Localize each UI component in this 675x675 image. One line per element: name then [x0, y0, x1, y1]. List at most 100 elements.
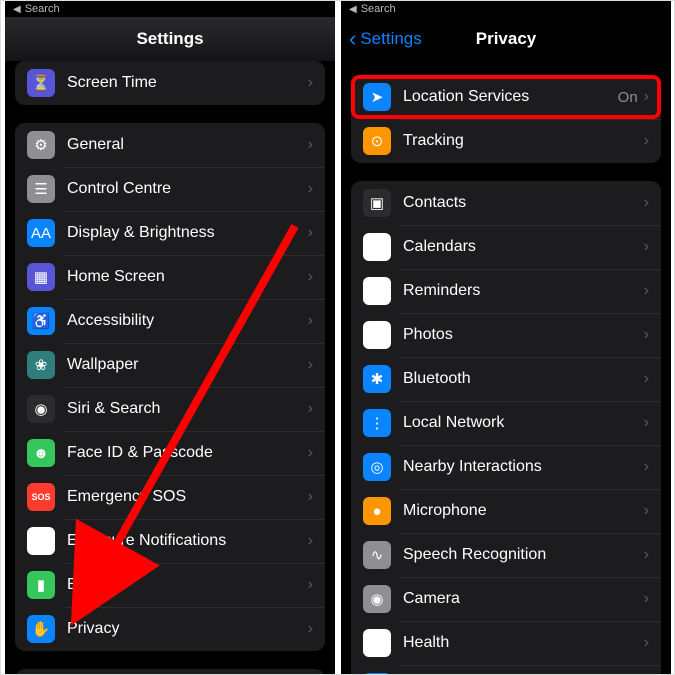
row-label: Control Centre	[67, 180, 308, 198]
row-appstore[interactable]: AApp Store›	[15, 669, 325, 674]
chevron-right-icon: ›	[308, 400, 313, 418]
row-location[interactable]: ➤ Location ServicesOn ›	[351, 75, 661, 119]
row-display[interactable]: AADisplay & Brightness›	[15, 211, 325, 255]
row-faceid[interactable]: ☻ Face ID & Passcode›	[15, 431, 325, 475]
homescreen-icon: ▦	[27, 263, 55, 291]
research-icon: ✦	[363, 673, 391, 674]
reminders-icon: ⊙	[363, 277, 391, 305]
privacy-list[interactable]: ➤Location ServicesOn›⊙Tracking› ▣Contact…	[341, 61, 671, 674]
chevron-right-icon: ›	[308, 532, 313, 550]
nearby-icon: ◎	[363, 453, 391, 481]
row-label: Tracking	[403, 132, 644, 150]
row-photos[interactable]: ❁Photos›	[351, 313, 661, 357]
row-privacy[interactable]: ✋Privacy›	[15, 607, 325, 651]
row-label: Speech Recognition	[403, 546, 644, 564]
row-label: Wallpaper	[67, 356, 308, 374]
health-icon: ♥	[363, 629, 391, 657]
status-back-label[interactable]: Search	[25, 3, 60, 15]
row-label: Siri & Search	[67, 400, 308, 418]
row-label: General	[67, 136, 308, 154]
settings-list[interactable]: ⏳Screen Time› ⚙General›☰Control Centre›A…	[5, 61, 335, 674]
row-label: Reminders	[403, 282, 644, 300]
accessibility-icon: ♿	[27, 307, 55, 335]
row-controlcentre[interactable]: ☰Control Centre›	[15, 167, 325, 211]
row-sos[interactable]: SOSEmergency SOS›	[15, 475, 325, 519]
screentime-icon: ⏳	[27, 69, 55, 97]
row-screentime[interactable]: ⏳ Screen Time›	[15, 61, 325, 105]
chevron-right-icon: ›	[644, 194, 649, 212]
chevron-right-icon: ›	[308, 576, 313, 594]
row-label: Health	[403, 634, 644, 652]
status-bar: ◀ Search	[341, 1, 671, 17]
chevron-right-icon: ›	[644, 590, 649, 608]
row-nearby[interactable]: ◎ Nearby Interactions›	[351, 445, 661, 489]
row-label: Privacy	[67, 620, 308, 638]
row-reminders[interactable]: ⊙Reminders›	[351, 269, 661, 313]
chevron-right-icon: ›	[308, 620, 313, 638]
back-button[interactable]: ‹ Settings	[349, 28, 422, 50]
status-back-label[interactable]: Search	[361, 3, 396, 15]
row-calendars[interactable]: ▦Calendars›	[351, 225, 661, 269]
row-accessibility[interactable]: ♿Accessibility›	[15, 299, 325, 343]
row-speech[interactable]: ∿Speech Recognition›	[351, 533, 661, 577]
chevron-right-icon: ›	[644, 414, 649, 432]
row-label: Face ID & Passcode	[67, 444, 308, 462]
tracking-icon: ⊙	[363, 127, 391, 155]
row-microphone[interactable]: ●Microphone›	[351, 489, 661, 533]
location-icon: ➤	[363, 83, 391, 111]
row-health[interactable]: ♥Health›	[351, 621, 661, 665]
page-title: Settings	[136, 29, 203, 49]
chevron-right-icon: ›	[644, 458, 649, 476]
row-research[interactable]: ✦Research Sensor & Usage Data›	[351, 665, 661, 674]
chevron-right-icon: ›	[308, 312, 313, 330]
row-homescreen[interactable]: ▦ Home Screen›	[15, 255, 325, 299]
row-bluetooth[interactable]: ✱Bluetooth›	[351, 357, 661, 401]
row-localnetwork[interactable]: ⋮ Local Network›	[351, 401, 661, 445]
row-general[interactable]: ⚙ General›	[15, 123, 325, 167]
row-camera[interactable]: ◉Camera›	[351, 577, 661, 621]
general-icon: ⚙	[27, 131, 55, 159]
privacy-screen: ◀ Search ‹ Settings Privacy ➤ Location Se…	[341, 1, 671, 674]
chevron-right-icon: ›	[644, 88, 649, 106]
navbar: Settings	[5, 17, 335, 61]
row-battery[interactable]: ▮Battery›	[15, 563, 325, 607]
row-label: Microphone	[403, 502, 644, 520]
microphone-icon: ●	[363, 497, 391, 525]
back-triangle-icon: ◀	[349, 4, 357, 15]
localnetwork-icon: ⋮	[363, 409, 391, 437]
back-label: Settings	[360, 29, 421, 49]
row-label: Bluetooth	[403, 370, 644, 388]
row-label: Calendars	[403, 238, 644, 256]
row-contacts[interactable]: ▣Contacts›	[351, 181, 661, 225]
row-label: Location Services	[403, 88, 618, 106]
row-value: On	[618, 89, 638, 106]
faceid-icon: ☻	[27, 439, 55, 467]
settings-screen: ◀ Search Settings ⏳Screen Time› ⚙General…	[5, 1, 335, 674]
battery-icon: ▮	[27, 571, 55, 599]
row-label: Display & Brightness	[67, 224, 308, 242]
speech-icon: ∿	[363, 541, 391, 569]
chevron-right-icon: ›	[308, 268, 313, 286]
row-wallpaper[interactable]: ❀Wallpaper›	[15, 343, 325, 387]
chevron-right-icon: ›	[308, 180, 313, 198]
page-title: Privacy	[476, 29, 537, 49]
row-label: Local Network	[403, 414, 644, 432]
row-label: Nearby Interactions	[403, 458, 644, 476]
calendars-icon: ▦	[363, 233, 391, 261]
chevron-right-icon: ›	[644, 132, 649, 150]
row-label: Screen Time	[67, 74, 308, 92]
row-exposure[interactable]: ✱Exposure Notifications›	[15, 519, 325, 563]
camera-icon: ◉	[363, 585, 391, 613]
chevron-right-icon: ›	[308, 444, 313, 462]
chevron-right-icon: ›	[308, 224, 313, 242]
row-label: Exposure Notifications	[67, 532, 308, 550]
row-label: Home Screen	[67, 268, 308, 286]
photos-icon: ❁	[363, 321, 391, 349]
chevron-right-icon: ›	[308, 136, 313, 154]
row-siri[interactable]: ◉ Siri & Search›	[15, 387, 325, 431]
chevron-left-icon: ‹	[349, 28, 356, 50]
row-label: Emergency SOS	[67, 488, 308, 506]
siri-icon: ◉	[27, 395, 55, 423]
row-tracking[interactable]: ⊙ Tracking›	[351, 119, 661, 163]
chevron-right-icon: ›	[308, 74, 313, 92]
